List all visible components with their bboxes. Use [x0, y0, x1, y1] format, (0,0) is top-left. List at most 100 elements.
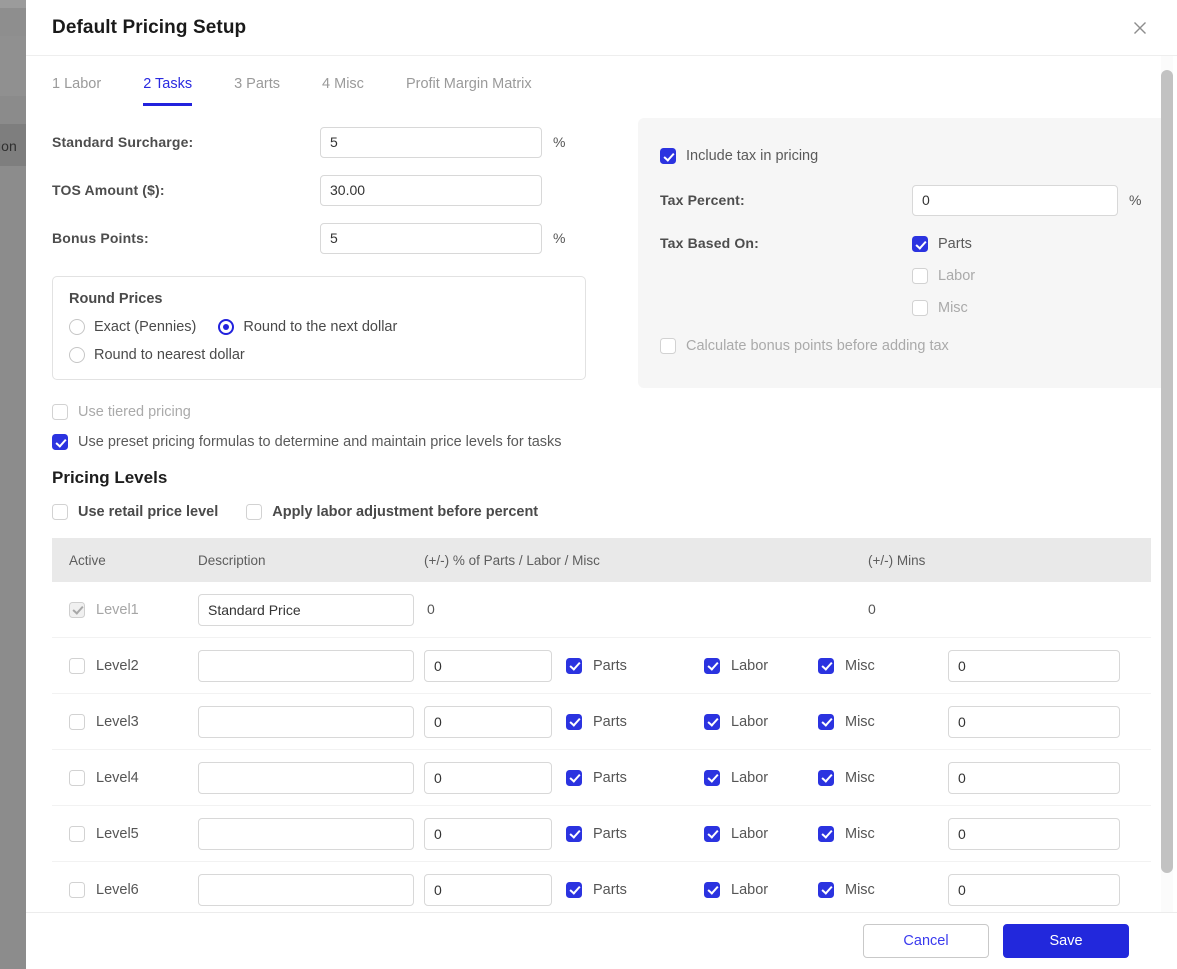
level-parts-checkbox[interactable]: Parts — [566, 769, 704, 786]
level-mins-input[interactable] — [948, 761, 1120, 794]
background-strip — [0, 36, 26, 96]
tax-based-on-labor-checkbox[interactable]: Labor — [912, 268, 975, 284]
level-active-checkbox[interactable]: Level2 — [69, 657, 198, 674]
use-retail-price-level-checkbox[interactable]: Use retail price level — [52, 504, 218, 520]
row-misc-cell: Misc — [818, 881, 948, 898]
level-mins-input[interactable] — [948, 873, 1120, 906]
vertical-scrollbar[interactable] — [1161, 56, 1173, 912]
tab-profit-margin-matrix[interactable]: Profit Margin Matrix — [406, 76, 532, 106]
calculate-bonus-before-tax-checkbox[interactable]: Calculate bonus points before adding tax — [660, 338, 949, 354]
default-pricing-setup-dialog: Default Pricing Setup 1 Labor 2 Tasks 3 … — [26, 0, 1177, 969]
level-active-checkbox: Level1 — [69, 601, 198, 618]
level-labor-checkbox[interactable]: Labor — [704, 769, 818, 786]
tos-amount-input[interactable] — [320, 174, 542, 206]
use-preset-formulas-checkbox[interactable]: Use preset pricing formulas to determine… — [52, 434, 1151, 450]
level-active-checkbox[interactable]: Level5 — [69, 825, 198, 842]
tax-percent-row: Tax Percent: % — [660, 184, 1141, 216]
tos-amount-label: TOS Amount ($): — [52, 182, 165, 198]
level-percent-input[interactable] — [424, 649, 552, 682]
level-percent-input[interactable] — [424, 817, 552, 850]
level-description-input[interactable] — [198, 761, 414, 794]
include-tax-row: Include tax in pricing — [660, 140, 1141, 172]
cancel-button[interactable]: Cancel — [863, 924, 989, 958]
tax-based-on-parts-checkbox[interactable]: Parts — [912, 236, 972, 252]
row-description-cell — [198, 649, 424, 682]
scrollbar-thumb[interactable] — [1161, 70, 1173, 873]
level-description-input[interactable] — [198, 873, 414, 906]
round-prices-row-2: Round to nearest dollar — [69, 347, 569, 363]
level-percent-input[interactable] — [424, 705, 552, 738]
level-description-input[interactable] — [198, 593, 414, 626]
radio-exact-pennies[interactable]: Exact (Pennies) — [69, 319, 196, 335]
close-icon[interactable] — [1125, 13, 1155, 43]
row-mins-cell: 0 — [836, 601, 1151, 619]
pricing-mode-options: Use tiered pricing Use preset pricing fo… — [26, 388, 1177, 450]
level-name: Level6 — [96, 881, 139, 898]
level-active-checkbox[interactable]: Level6 — [69, 881, 198, 898]
row-parts-cell: Parts — [566, 657, 704, 674]
row-active-cell: Level5 — [52, 825, 198, 842]
level-parts-checkbox[interactable]: Parts — [566, 881, 704, 898]
checkbox-icon — [52, 434, 68, 450]
radio-indicator-icon — [69, 319, 85, 335]
level-percent-input[interactable] — [424, 761, 552, 794]
level-parts-label: Parts — [593, 881, 627, 898]
level-description-input[interactable] — [198, 705, 414, 738]
checkbox-icon — [566, 825, 582, 842]
level-mins-input[interactable] — [948, 817, 1120, 850]
row-misc-cell: Misc — [818, 769, 948, 786]
tax-based-on-labor-label: Labor — [938, 268, 976, 284]
level-parts-label: Parts — [593, 657, 627, 674]
use-retail-price-level-label: Use retail price level — [78, 504, 219, 520]
tab-misc[interactable]: 4 Misc — [322, 76, 364, 106]
radio-round-nearest-dollar[interactable]: Round to nearest dollar — [69, 347, 245, 363]
level-active-checkbox[interactable]: Level4 — [69, 769, 198, 786]
background-strip — [0, 96, 26, 124]
row-percent-cell — [424, 705, 566, 738]
level-parts-checkbox[interactable]: Parts — [566, 713, 704, 730]
tab-parts[interactable]: 3 Parts — [234, 76, 280, 106]
level-misc-checkbox[interactable]: Misc — [818, 881, 948, 898]
tax-based-on-labor-item: Labor — [912, 260, 975, 292]
level-misc-checkbox[interactable]: Misc — [818, 657, 948, 674]
checkbox-icon — [818, 713, 834, 730]
level-description-input[interactable] — [198, 817, 414, 850]
level-misc-checkbox[interactable]: Misc — [818, 825, 948, 842]
tab-labor[interactable]: 1 Labor — [52, 76, 101, 106]
checkbox-icon — [818, 881, 834, 898]
level-labor-checkbox[interactable]: Labor — [704, 881, 818, 898]
level-name: Level5 — [96, 825, 139, 842]
tab-tasks[interactable]: 2 Tasks — [143, 76, 193, 106]
level-description-input[interactable] — [198, 649, 414, 682]
tos-amount-row: TOS Amount ($): — [52, 166, 612, 214]
level-parts-label: Parts — [593, 825, 627, 842]
radio-round-next-dollar[interactable]: Round to the next dollar — [218, 319, 397, 335]
level-parts-checkbox[interactable]: Parts — [566, 657, 704, 674]
standard-surcharge-input[interactable] — [320, 126, 542, 158]
checkbox-icon — [704, 769, 720, 786]
level-mins-input[interactable] — [948, 649, 1120, 682]
table-header-row: Active Description (+/-) % of Parts / La… — [52, 538, 1151, 582]
tax-based-on-parts-item: Parts — [912, 228, 975, 260]
level-mins-input[interactable] — [948, 705, 1120, 738]
tax-based-on-misc-checkbox[interactable]: Misc — [912, 300, 968, 316]
level-active-checkbox[interactable]: Level3 — [69, 713, 198, 730]
use-tiered-pricing-checkbox[interactable]: Use tiered pricing — [52, 404, 1151, 420]
level-parts-checkbox[interactable]: Parts — [566, 825, 704, 842]
level-percent-input[interactable] — [424, 873, 552, 906]
row-misc-cell: Misc — [818, 825, 948, 842]
bonus-points-input[interactable] — [320, 222, 542, 254]
level-labor-checkbox[interactable]: Labor — [704, 825, 818, 842]
tax-based-on-misc-label: Misc — [938, 300, 968, 316]
level-misc-checkbox[interactable]: Misc — [818, 713, 948, 730]
save-button[interactable]: Save — [1003, 924, 1129, 958]
column-header-description: Description — [198, 552, 266, 568]
include-tax-checkbox[interactable]: Include tax in pricing — [660, 148, 818, 164]
apply-labor-adjustment-checkbox[interactable]: Apply labor adjustment before percent — [246, 504, 538, 520]
level-misc-checkbox[interactable]: Misc — [818, 769, 948, 786]
level-labor-checkbox[interactable]: Labor — [704, 713, 818, 730]
tax-percent-input[interactable] — [912, 184, 1118, 216]
level-labor-checkbox[interactable]: Labor — [704, 657, 818, 674]
dialog-footer: Cancel Save — [26, 912, 1177, 969]
background-strip — [0, 0, 26, 8]
